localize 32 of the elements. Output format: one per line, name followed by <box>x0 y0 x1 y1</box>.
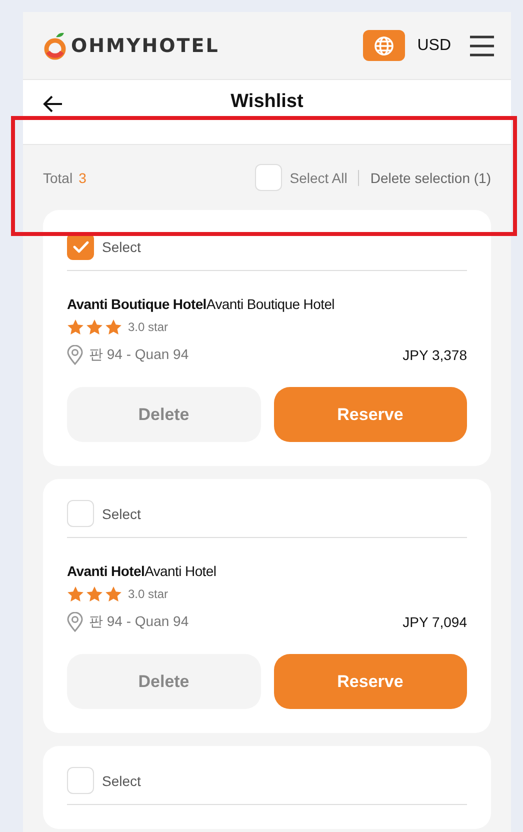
star-icon <box>86 586 103 602</box>
page-title: Wishlist <box>230 91 304 113</box>
menu-icon <box>469 34 495 56</box>
hotel-price: JPY 3,378 <box>402 347 467 363</box>
delete-selection-link[interactable]: Delete selection (1) <box>370 170 491 186</box>
location-pin-icon <box>67 612 83 632</box>
star-icon <box>105 586 122 602</box>
hotel-name[interactable]: Avanti HotelAvanti Hotel <box>67 563 467 579</box>
select-label[interactable]: Select <box>102 506 141 522</box>
star-icon <box>86 319 103 335</box>
logo-text: OHMYHOTEL <box>71 34 220 56</box>
back-arrow-icon[interactable] <box>43 95 63 113</box>
hotel-name[interactable]: Avanti Boutique HotelAvanti Boutique Hotel <box>67 296 467 312</box>
location-pin-icon <box>67 345 83 365</box>
select-all-label[interactable]: Select All <box>290 170 348 186</box>
total-label: Total <box>43 170 73 186</box>
rating-label: 3.0 star <box>128 587 168 601</box>
select-label[interactable]: Select <box>102 238 141 254</box>
currency-selector[interactable]: USD <box>417 36 451 54</box>
hotel-price: JPY 7,094 <box>402 614 467 630</box>
total-count: 3 <box>78 170 86 186</box>
language-button[interactable] <box>363 30 406 61</box>
star-icon <box>105 319 122 335</box>
rating-label: 3.0 star <box>128 320 168 334</box>
star-icon <box>67 586 84 602</box>
hotel-location: 판 94 - Quan 94 <box>89 613 189 631</box>
globe-icon <box>374 36 394 56</box>
check-icon <box>72 240 88 252</box>
star-icon <box>67 319 84 335</box>
logo-icon <box>43 30 67 60</box>
select-label[interactable]: Select <box>102 772 141 788</box>
hotel-location: 판 94 - Quan 94 <box>89 346 189 364</box>
